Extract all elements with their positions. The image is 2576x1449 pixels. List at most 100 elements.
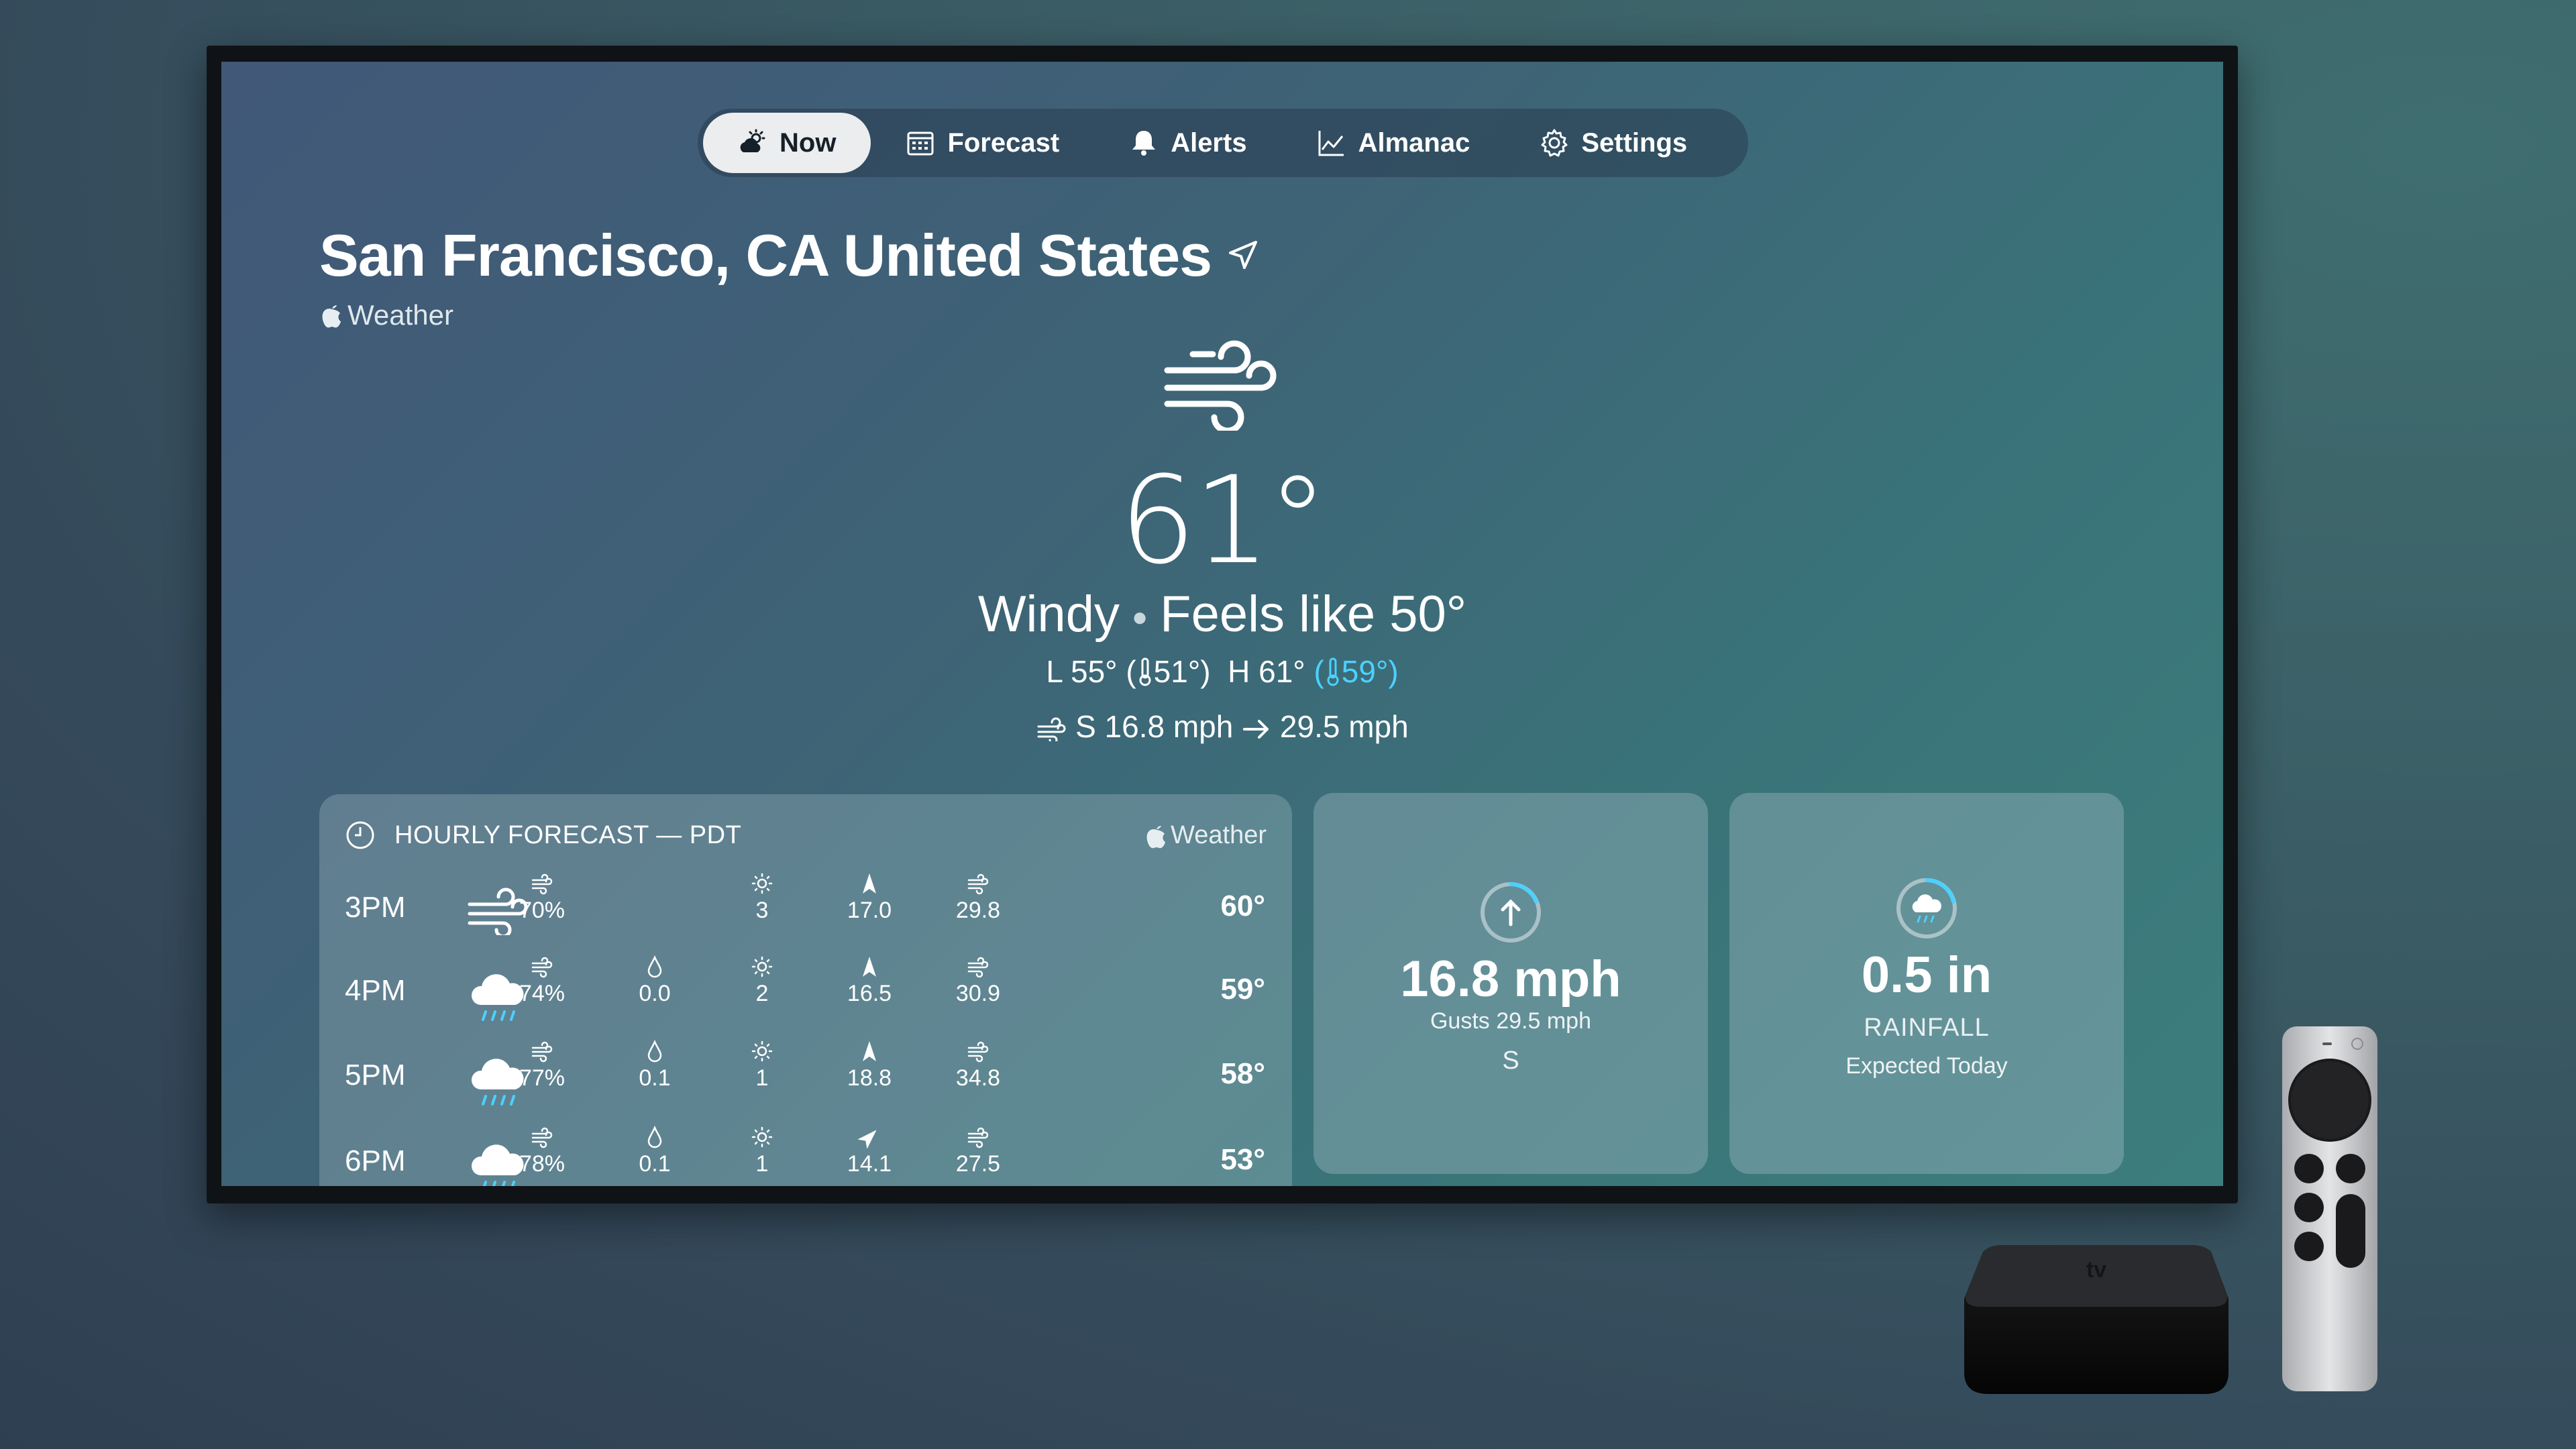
wind-direction-arrow-icon xyxy=(857,1130,877,1148)
low-feels-value: 51°) xyxy=(1153,654,1211,689)
hourly-gust-value: 30.9 xyxy=(955,981,1001,1006)
siri-remote xyxy=(2282,1026,2377,1391)
wind-direction-gauge-icon xyxy=(1481,882,1541,943)
hourly-source-label: Weather xyxy=(1171,821,1267,849)
tab-alerts-label: Alerts xyxy=(1171,127,1247,158)
location-arrow-icon xyxy=(1229,241,1258,269)
hourly-uv-value: 1 xyxy=(755,1151,769,1177)
rainfall-card[interactable]: 0.5 in RAINFALL Expected Today xyxy=(1729,793,2124,1174)
current-temperature: 61° xyxy=(1119,451,1328,591)
calendar-icon xyxy=(907,131,934,156)
hourly-time: 3PM xyxy=(345,891,406,924)
tab-forecast[interactable]: Forecast xyxy=(871,113,1094,173)
hourly-wind-value: 16.5 xyxy=(847,981,892,1006)
low-temp: L 55° xyxy=(1046,654,1118,689)
hourly-humidity: 77% xyxy=(508,1040,576,1091)
hourly-uv: 1 xyxy=(729,1040,796,1091)
high-low-line: L 55° (51°) H 61° (59°) xyxy=(221,653,2223,690)
gust-wind-icon xyxy=(967,1127,989,1148)
hourly-precip-value: 0.0 xyxy=(639,981,671,1006)
tab-now[interactable]: Now xyxy=(703,113,871,173)
gear-icon xyxy=(1541,129,1568,157)
hourly-precip-value: 0.1 xyxy=(639,1151,671,1177)
tab-forecast-label: Forecast xyxy=(947,127,1060,158)
wind-card-gusts: Gusts 29.5 mph xyxy=(1430,1008,1591,1034)
hourly-wind: 14.1 xyxy=(836,1126,903,1177)
hourly-humidity-value: 78% xyxy=(519,1151,566,1177)
hourly-row: 4PM 74% 0.0 2 16.5 30.9 59° xyxy=(319,953,1292,1026)
location-name: San Francisco, CA United States xyxy=(319,222,1212,288)
tab-now-label: Now xyxy=(780,127,837,158)
weather-source: Weather xyxy=(319,299,453,331)
sun-icon xyxy=(751,873,773,894)
low-feels: (51°) xyxy=(1126,654,1211,689)
hourly-time: 6PM xyxy=(345,1144,406,1177)
wind-line: S 16.8 mph 29.5 mph xyxy=(221,708,2223,745)
hourly-humidity: 78% xyxy=(508,1126,576,1177)
hourly-gust-value: 29.8 xyxy=(955,898,1001,923)
hourly-row: 3PM 70% 3 17.0 29.8 60° xyxy=(319,869,1292,943)
hourly-temp: 60° xyxy=(1220,890,1265,922)
hourly-humidity-value: 70% xyxy=(519,898,566,923)
sun-icon xyxy=(751,1126,773,1148)
hourly-wind-value: 17.0 xyxy=(847,898,892,923)
hourly-gust: 27.5 xyxy=(945,1126,1012,1177)
high-feels: (59°) xyxy=(1313,654,1399,689)
humidity-wind-icon xyxy=(531,957,553,978)
high-feels-value: 59°) xyxy=(1341,654,1399,689)
tab-bar: Now Forecast Alerts Almanac Settings xyxy=(698,109,1748,177)
hourly-gust-value: 27.5 xyxy=(955,1151,1001,1177)
arrow-right-icon xyxy=(1243,720,1269,739)
hourly-row: 5PM 77% 0.1 1 18.8 34.8 58° xyxy=(319,1037,1292,1111)
tab-settings-label: Settings xyxy=(1581,127,1688,158)
hourly-uv: 1 xyxy=(729,1126,796,1177)
weather-source-label: Weather xyxy=(347,299,453,331)
wind-direction-arrow-icon xyxy=(863,957,876,977)
clock-icon xyxy=(346,821,374,849)
hourly-time: 5PM xyxy=(345,1059,406,1091)
gust-wind-icon xyxy=(967,1041,989,1063)
hourly-uv: 2 xyxy=(729,955,796,1007)
rainfall-label: RAINFALL xyxy=(1864,1014,1990,1042)
hourly-humidity: 74% xyxy=(508,955,576,1007)
humidity-wind-icon xyxy=(531,1127,553,1148)
weather-now-icon xyxy=(740,129,765,152)
separator-dot: ● xyxy=(1131,602,1148,633)
wind-direction-arrow-icon xyxy=(863,1041,876,1061)
wind-card-direction: S xyxy=(1502,1046,1519,1075)
chart-icon xyxy=(1318,131,1344,156)
raindrop-icon xyxy=(647,1126,662,1148)
sun-icon xyxy=(751,956,773,977)
hourly-forecast-card[interactable]: HOURLY FORECAST — PDT Weather 3PM 70% 3 17.… xyxy=(319,794,1292,1186)
hourly-wind-value: 18.8 xyxy=(847,1065,892,1091)
hourly-gust: 30.9 xyxy=(945,955,1012,1007)
hourly-gust: 29.8 xyxy=(945,872,1012,924)
hourly-precip: 0.1 xyxy=(621,1126,688,1177)
gust-wind-icon xyxy=(967,873,989,895)
humidity-wind-icon xyxy=(531,873,553,895)
rainfall-sub: Expected Today xyxy=(1845,1053,2008,1079)
wind-card[interactable]: 16.8 mph Gusts 29.5 mph S xyxy=(1313,793,1708,1174)
hourly-source: Weather xyxy=(1144,821,1267,850)
tab-almanac[interactable]: Almanac xyxy=(1282,113,1505,173)
humidity-wind-icon xyxy=(531,1041,553,1063)
rainfall-value: 0.5 in xyxy=(1861,947,1992,1004)
hourly-uv: 3 xyxy=(729,872,796,924)
hourly-temp: 53° xyxy=(1220,1143,1265,1176)
tab-almanac-label: Almanac xyxy=(1358,127,1470,158)
hourly-precip: 0.0 xyxy=(621,955,688,1007)
raindrop-icon xyxy=(647,955,662,978)
hourly-row: 6PM 78% 0.1 1 14.1 27.5 53° xyxy=(319,1123,1292,1186)
hourly-wind: 16.5 xyxy=(836,955,903,1007)
hourly-title: HOURLY FORECAST — PDT xyxy=(394,820,742,849)
feels-like-text: Feels like 50° xyxy=(1160,586,1467,643)
hourly-header: HOURLY FORECAST — PDT xyxy=(345,820,741,851)
tab-settings[interactable]: Settings xyxy=(1505,113,1722,173)
hourly-uv-value: 1 xyxy=(755,1065,769,1091)
hourly-precip: 0.1 xyxy=(621,1040,688,1091)
wind-direction-arrow-icon xyxy=(863,873,876,894)
wind-icon xyxy=(1164,340,1277,431)
tv-screen: Now Forecast Alerts Almanac Settings San… xyxy=(221,62,2223,1186)
tab-alerts[interactable]: Alerts xyxy=(1094,113,1281,173)
hourly-precip-value: 0.1 xyxy=(639,1065,671,1091)
